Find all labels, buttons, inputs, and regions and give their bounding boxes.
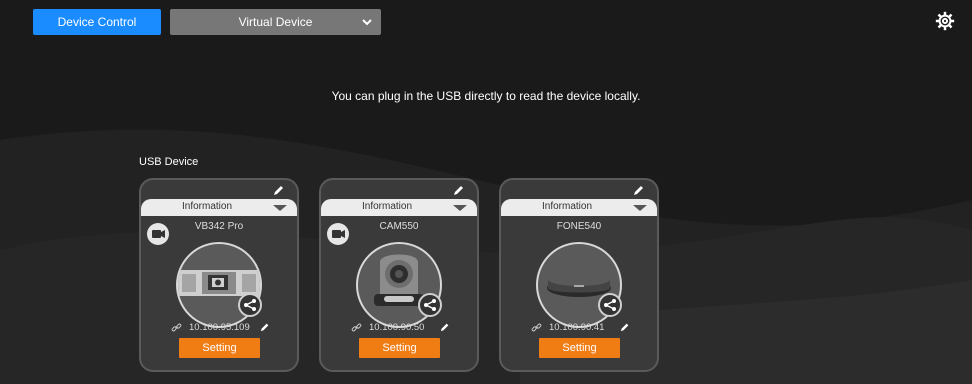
setting-button[interactable]: Setting (179, 338, 260, 358)
triangle-down-icon (273, 205, 287, 211)
network-share-icon[interactable] (418, 293, 442, 317)
device-type-selected-value: Virtual Device (238, 15, 313, 29)
chevron-down-icon (362, 19, 372, 26)
ip-row: 10.100.95.109 (141, 321, 297, 335)
device-model-name: FONE540 (556, 221, 602, 232)
usb-notice-text: You can plug in the USB directly to read… (331, 89, 641, 103)
edit-ip-pencil-icon[interactable] (620, 322, 630, 332)
device-model-name: VB342 Pro (194, 221, 244, 232)
information-label: Information (361, 201, 413, 212)
information-dropdown[interactable]: Information (501, 199, 657, 216)
device-card: Information VB342 Pro 10.100.95.109 Sett… (139, 178, 299, 372)
edit-ip-pencil-icon[interactable] (260, 322, 270, 332)
ip-row: 10.100.90.50 (321, 321, 477, 335)
device-ip-address: 10.100.95.109 (189, 322, 250, 333)
device-model-name: CAM550 (379, 221, 419, 232)
edit-pencil-icon[interactable] (633, 184, 645, 196)
link-icon (351, 323, 362, 332)
link-icon (531, 323, 542, 332)
usb-device-section-label: USB Device (139, 156, 199, 168)
edit-ip-pencil-icon[interactable] (440, 322, 450, 332)
information-label: Information (181, 201, 233, 212)
gear-icon[interactable] (935, 11, 955, 31)
setting-button[interactable]: Setting (359, 338, 440, 358)
top-bar: Device Control Virtual Device (0, 0, 972, 40)
device-card: Information CAM550 10.100.90.50 Setting (319, 178, 479, 372)
information-label: Information (541, 201, 593, 212)
device-card: Information FONE540 10.100.90.41 Setting (499, 178, 659, 372)
network-share-icon[interactable] (598, 293, 622, 317)
device-type-select[interactable]: Virtual Device (170, 9, 381, 35)
ip-row: 10.100.90.41 (501, 321, 657, 335)
information-dropdown[interactable]: Information (141, 199, 297, 216)
device-control-button[interactable]: Device Control (33, 9, 161, 35)
device-ip-address: 10.100.90.50 (369, 322, 425, 333)
edit-pencil-icon[interactable] (453, 184, 465, 196)
triangle-down-icon (453, 205, 467, 211)
edit-pencil-icon[interactable] (273, 184, 285, 196)
network-share-icon[interactable] (238, 293, 262, 317)
setting-button[interactable]: Setting (539, 338, 620, 358)
link-icon (171, 323, 182, 332)
information-dropdown[interactable]: Information (321, 199, 477, 216)
triangle-down-icon (633, 205, 647, 211)
device-ip-address: 10.100.90.41 (549, 322, 605, 333)
